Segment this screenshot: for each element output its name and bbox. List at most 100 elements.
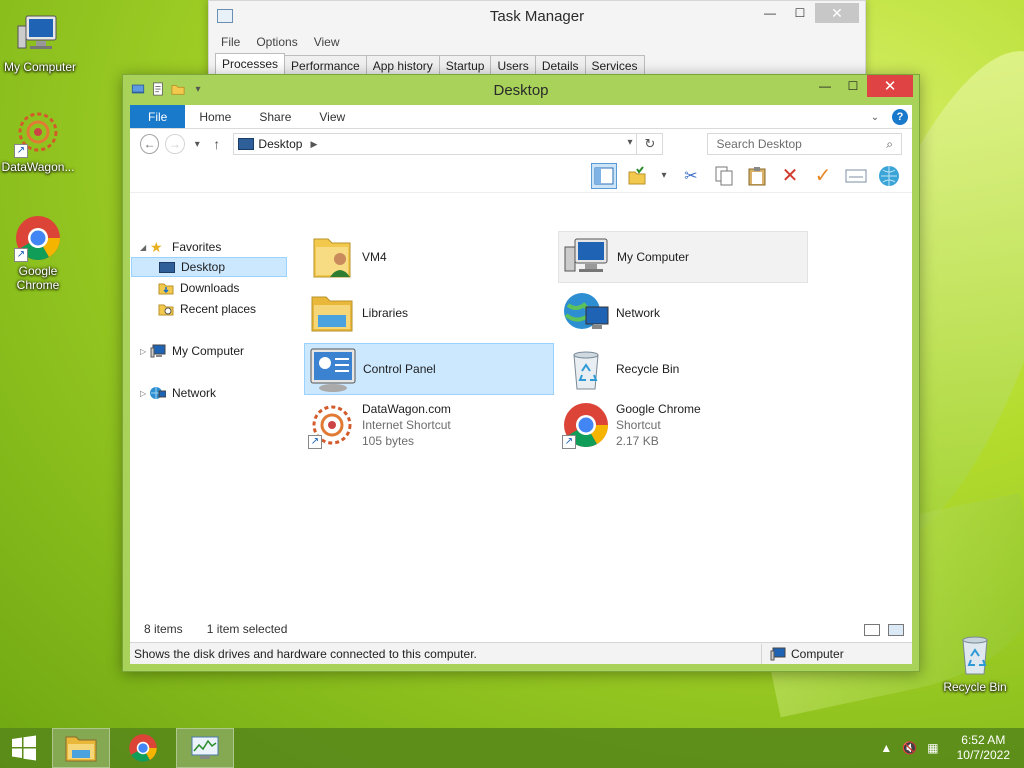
search-icon[interactable]: ⌕ [886,137,893,152]
task-manager-window[interactable]: Task Manager — ☐ ✕ File Options View Pro… [208,0,866,78]
maximize-button[interactable]: ☐ [785,3,815,23]
desktop-icon-recycle-bin[interactable]: Recycle Bin [933,630,1017,694]
nav-my-computer[interactable]: ▷ My Computer [140,341,244,361]
desktop-icon-my-computer[interactable]: My Computer [0,10,82,74]
shortcut-arrow-icon: ↗ [562,435,576,449]
desktop-icon-datawagon[interactable]: ↗ DataWagon... [0,110,80,174]
file-item-my-computer[interactable]: My Computer [558,231,808,283]
large-icons-view-icon[interactable] [888,624,904,636]
up-button[interactable]: ↑ [210,136,223,152]
status-row: 8 items 1 item selected [144,622,287,636]
volume-muted-icon[interactable]: 🔇 [902,741,917,755]
task-manager-titlebar[interactable]: Task Manager — ☐ ✕ [209,1,865,31]
nav-recent-places[interactable]: Recent places [158,299,256,319]
info-bar: Shows the disk drives and hardware conne… [130,642,912,664]
tab-processes[interactable]: Processes [215,53,286,76]
search-input[interactable]: Search Desktop ⌕ [707,133,902,155]
nav-favorites[interactable]: ◢ ★ Favorites [140,237,221,257]
minimize-button[interactable]: — [811,75,839,97]
menu-options[interactable]: Options [256,35,297,49]
ribbon-right: ⌄ ? [868,109,908,125]
preview-pane-button[interactable] [591,162,617,189]
tab-home[interactable]: Home [185,105,245,128]
recent-locations-chevron-icon[interactable]: ▾ [191,139,204,150]
collapsed-arrow-icon[interactable]: ▷ [140,389,150,398]
details-view-icon[interactable] [864,624,880,636]
network-status-icon[interactable]: ▦ [927,741,938,755]
show-hidden-icons-chevron-icon[interactable]: ▲ [880,741,892,755]
taskbar-file-explorer[interactable] [52,728,110,768]
file-item-libraries[interactable]: Libraries [304,287,554,339]
tab-file[interactable]: File [130,105,186,128]
file-item-network[interactable]: Network [558,287,808,339]
menu-view[interactable]: View [314,35,340,49]
command-toolbar: ▾ ✂ ✕ ✓ [130,159,912,193]
shortcut-arrow-icon: ↗ [14,248,28,262]
nav-downloads[interactable]: Downloads [158,278,239,298]
nav-network[interactable]: ▷ Network [140,383,216,403]
file-name: VM4 [362,250,387,264]
close-button[interactable]: ✕ [867,75,913,97]
explorer-window[interactable]: ▾ Desktop — ☐ ✕ File Home Share View ⌄ ?… [122,74,920,672]
copy-icon[interactable] [711,163,737,189]
help-icon[interactable]: ? [892,109,908,125]
tab-view[interactable]: View [305,105,359,128]
menu-file[interactable]: File [221,35,240,49]
properties-dropdown-icon[interactable]: ▾ [657,170,671,181]
task-manager-menu: File Options View [209,31,865,53]
nav-label: My Computer [172,344,245,358]
refresh-button[interactable]: ↻ [636,134,662,154]
address-text[interactable]: Desktop [258,137,302,151]
delete-icon[interactable]: ✕ [777,163,803,189]
file-name: My Computer [617,250,690,264]
minimize-button[interactable]: — [755,3,785,23]
explorer-titlebar[interactable]: ▾ Desktop — ☐ ✕ [123,75,919,105]
cut-icon[interactable]: ✂ [678,163,704,189]
nav-label: Recent places [180,302,257,316]
navigation-pane: ◢ ★ Favorites Desktop Downloads Recent p… [130,231,292,616]
breadcrumb-chevron-icon[interactable]: ▶ [310,139,317,150]
nav-label: Desktop [181,260,226,274]
expand-ribbon-chevron-icon[interactable]: ⌄ [868,112,882,123]
file-item-recycle-bin[interactable]: Recycle Bin [558,343,808,395]
file-item-google-chrome[interactable]: ↗ Google Chrome Shortcut 2.17 KB [558,399,808,451]
expanded-arrow-icon[interactable]: ◢ [140,243,150,252]
task-manager-icon [217,9,233,23]
downloads-icon [158,283,174,295]
new-folder-icon[interactable] [171,82,185,96]
paste-icon[interactable] [744,163,770,189]
maximize-button[interactable]: ☐ [839,75,867,97]
properties-icon[interactable] [151,82,165,96]
tab-share[interactable]: Share [245,105,305,128]
rename-check-icon[interactable]: ✓ [810,163,836,189]
taskbar-task-manager[interactable] [176,728,234,768]
address-bar[interactable]: Desktop ▶ ▾ ↻ [233,133,664,155]
navigation-bar: ← → ▾ ↑ Desktop ▶ ▾ ↻ Search Desktop ⌕ [130,129,912,159]
zone-label: Computer [791,646,844,661]
computer-icon [16,10,64,58]
taskbar-google-chrome[interactable] [114,728,172,768]
properties-button[interactable] [624,163,650,189]
address-dropdown-icon[interactable]: ▾ [627,137,632,148]
desktop-icon-google-chrome[interactable]: ↗ Google Chrome [0,214,80,292]
file-name: DataWagon.com [362,402,451,416]
file-item-control-panel[interactable]: Control Panel [304,343,554,395]
file-item-vm4[interactable]: VM4 [304,231,554,283]
start-button[interactable] [0,728,48,768]
close-button[interactable]: ✕ [815,3,859,23]
back-button[interactable]: ← [140,134,160,154]
file-item-datawagon[interactable]: ↗ DataWagon.com Internet Shortcut 105 by… [304,399,554,451]
collapsed-arrow-icon[interactable]: ▷ [140,347,150,356]
info-tip: Shows the disk drives and hardware conne… [134,646,477,661]
globe-icon[interactable] [876,163,902,189]
rename-field-icon[interactable] [843,163,869,189]
file-name: Libraries [362,306,409,320]
clock[interactable]: 6:52 AM 10/7/2022 [957,733,1010,763]
computer-icon [150,344,166,358]
nav-desktop[interactable]: Desktop [131,257,287,277]
user-folder-icon [308,233,356,281]
recycle-bin-icon [562,345,610,393]
desktop-icon-label: DataWagon... [1,160,75,174]
customize-toolbar-chevron-icon[interactable]: ▾ [191,84,205,95]
forward-button[interactable]: → [165,134,185,154]
